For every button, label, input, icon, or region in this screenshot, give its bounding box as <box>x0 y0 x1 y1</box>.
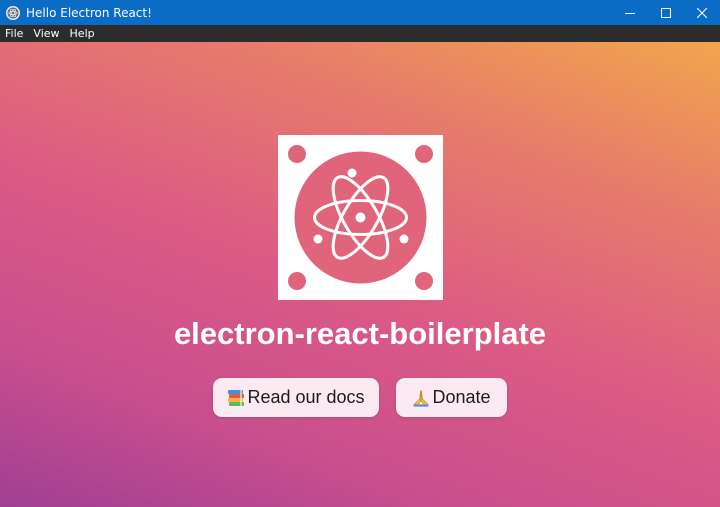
menu-bar: File View Help <box>0 25 720 42</box>
read-docs-label: Read our docs <box>247 387 365 407</box>
main-content: electron-react-boilerplate Read our docs… <box>0 42 720 507</box>
menu-item-help[interactable]: Help <box>65 25 100 42</box>
praying-hands-emoji-icon <box>412 389 430 407</box>
donate-label: Donate <box>432 387 491 407</box>
window-titlebar[interactable]: Hello Electron React! <box>0 0 720 25</box>
electron-app-icon <box>6 5 20 20</box>
menu-item-file[interactable]: File <box>0 25 28 42</box>
minimize-icon <box>625 12 635 14</box>
window-controls <box>612 0 720 25</box>
minimize-button[interactable] <box>612 0 648 25</box>
page-title: electron-react-boilerplate <box>173 316 547 351</box>
menu-item-view[interactable]: View <box>28 25 64 42</box>
close-button[interactable] <box>684 0 720 25</box>
app-logo <box>278 135 443 300</box>
donate-button[interactable]: Donate <box>396 378 507 417</box>
maximize-icon <box>661 7 671 18</box>
maximize-button[interactable] <box>648 0 684 25</box>
electron-logo-icon <box>288 145 433 290</box>
books-emoji-icon <box>227 389 245 407</box>
window-title: Hello Electron React! <box>26 5 152 20</box>
close-icon <box>697 7 707 18</box>
read-docs-button[interactable]: Read our docs <box>213 378 379 417</box>
